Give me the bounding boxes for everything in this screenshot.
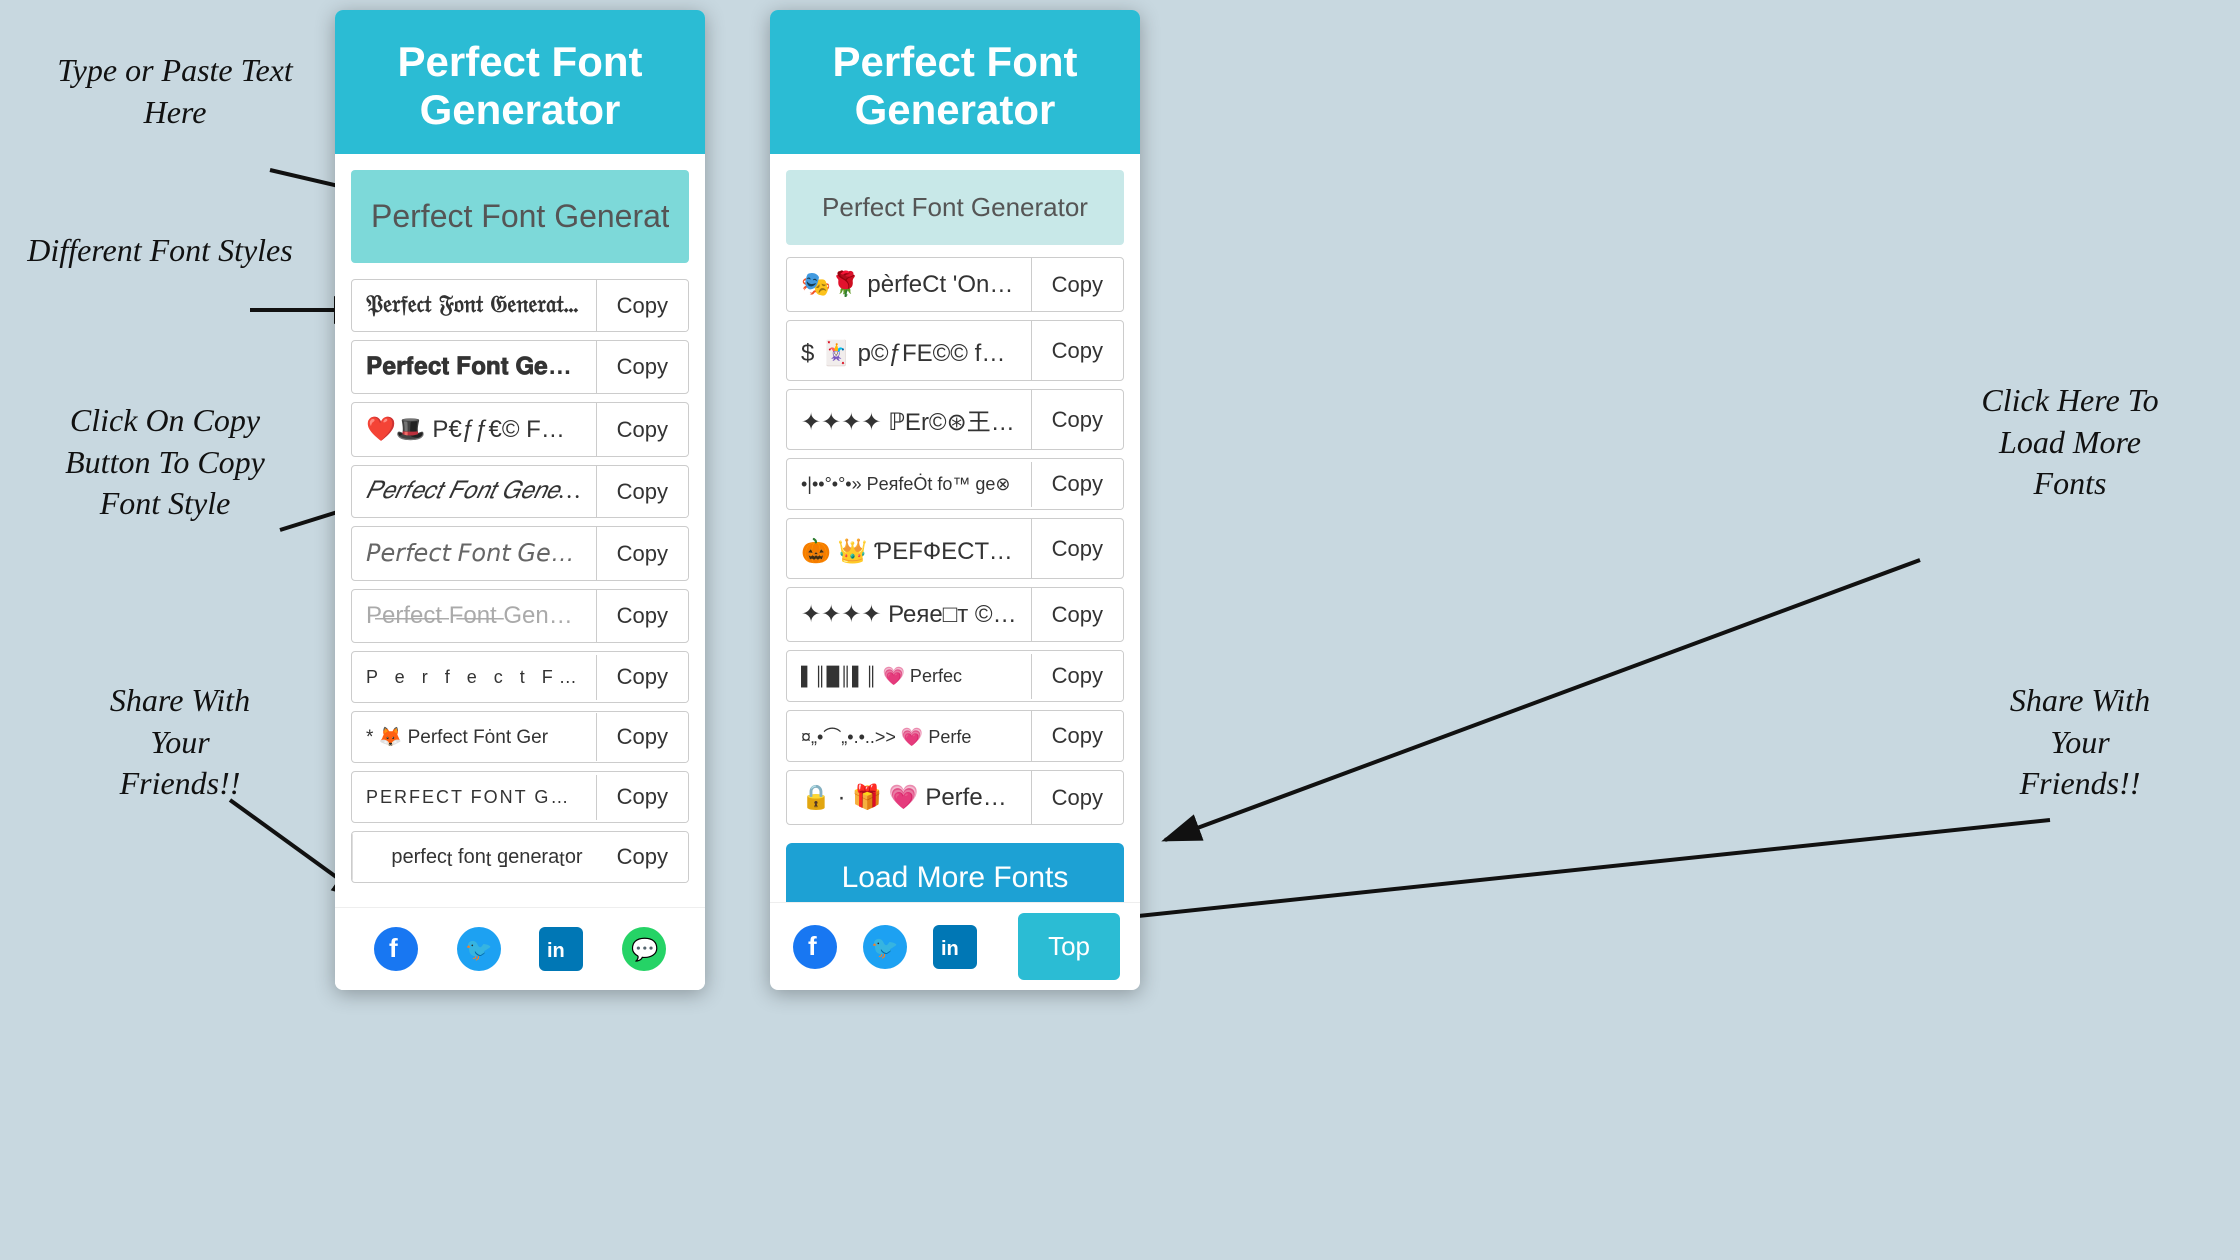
whatsapp-icon[interactable]: 💬 <box>619 924 669 974</box>
phone-left-body: 𝔓𝔢𝔯𝔣𝔢𝔠𝔱 𝔉𝔬𝔫𝔱 𝔊𝔢𝔫𝔢𝔯𝔞𝔱𝔬𝔯 Copy 𝐏𝐞𝐫𝐟𝐞𝐜𝐭 𝐅𝐨𝐧𝐭… <box>335 154 705 907</box>
linkedin-icon-right[interactable]: in <box>930 922 980 972</box>
font-text: $ 🃏 p©ƒFE©© foŇt ℊ돌 <box>787 321 1032 380</box>
social-icons-right: f 🐦 in <box>790 922 980 972</box>
font-row: ✦✦✦✦ Реяe□т ©ON̈ Copy <box>786 587 1124 642</box>
copy-button[interactable]: Copy <box>597 529 688 579</box>
svg-text:f: f <box>808 931 817 961</box>
font-row: 🎭🌹 pèrfeCt 'Ont gEN Copy <box>786 257 1124 312</box>
font-text: ɹoʇɐɹǝuǝƃ ʇuoɟ ʇɔǝɟɹǝd <box>352 834 597 881</box>
font-text: 𝘗𝘦𝘳𝘧𝘦𝘤𝘵 𝘍𝘰𝘯𝘵 𝘎𝘦𝘯𝘦𝘳𝘢𝘵𝘰 <box>352 527 597 580</box>
font-row: PERFECT FONT GENERATOR Copy <box>351 771 689 823</box>
font-row: P̶e̶r̶f̶e̶c̶t̶ F̶o̶n̶t̶ Generator Copy <box>351 589 689 643</box>
font-row: 𝑃𝑒𝑟𝑓𝑒𝑐𝑡 𝐹𝑜𝑛𝑡 𝐺𝑒𝑛𝑒𝑟𝑎𝑡 Copy <box>351 465 689 518</box>
annotation-type-paste: Type or Paste Text Here <box>30 50 320 133</box>
svg-text:in: in <box>941 938 959 960</box>
phone-left-title: Perfect Font Generator <box>355 38 685 134</box>
annotation-click-load: Click Here ToLoad MoreFonts <box>1920 380 2220 505</box>
phone-right: Perfect Font Generator Perfect Font Gene… <box>770 10 1140 990</box>
phone-right-body: Perfect Font Generator 🎭🌹 pèrfeCt 'Ont g… <box>770 154 1140 902</box>
copy-button[interactable]: Copy <box>1032 773 1123 823</box>
font-text: 𝑃𝑒𝑟𝑓𝑒𝑐𝑡 𝐹𝑜𝑛𝑡 𝐺𝑒𝑛𝑒𝑟𝑎𝑡 <box>352 466 597 517</box>
twitter-icon[interactable]: 🐦 <box>454 924 504 974</box>
annotation-share-right: Share WithYourFriends!! <box>1950 680 2210 805</box>
phone-left: Perfect Font Generator 𝔓𝔢𝔯𝔣𝔢𝔠𝔱 𝔉𝔬𝔫𝔱 𝔊𝔢𝔫𝔢… <box>335 10 705 990</box>
copy-button[interactable]: Copy <box>1032 590 1123 640</box>
annotation-diff-fonts: Different Font Styles <box>15 230 305 272</box>
font-row: 🔒 · 🎁 💗 Perfect Fe Copy <box>786 770 1124 825</box>
font-row: •|••°•°•» PeяfeȮt fo™ ge⊗ Copy <box>786 458 1124 510</box>
svg-text:🐦: 🐦 <box>871 935 898 960</box>
text-input-left[interactable] <box>351 170 689 263</box>
font-text: PERFECT FONT GENERATOR <box>352 775 597 820</box>
font-row: 𝔓𝔢𝔯𝔣𝔢𝔠𝔱 𝔉𝔬𝔫𝔱 𝔊𝔢𝔫𝔢𝔯𝔞𝔱𝔬𝔯 Copy <box>351 279 689 332</box>
annotation-click-copy: Click On CopyButton To CopyFont Style <box>20 400 310 525</box>
twitter-icon-right[interactable]: 🐦 <box>860 922 910 972</box>
copy-button[interactable]: Copy <box>1032 711 1123 761</box>
copy-button[interactable]: Copy <box>597 467 688 517</box>
font-row: $ 🃏 p©ƒFE©© foŇt ℊ돌 Copy <box>786 320 1124 381</box>
font-text: * 🦊 Perfect Fȯnt Ger <box>352 713 597 761</box>
phone-right-footer: f 🐦 in Top <box>770 902 1140 990</box>
font-row: ▌║█║▌║ 💗 Perfec Copy <box>786 650 1124 702</box>
font-text: 🔒 · 🎁 💗 Perfect Fe <box>787 771 1032 824</box>
font-text: ❤️🎩 P€ƒƒ€© FOn© gɛ <box>352 403 597 456</box>
svg-text:💬: 💬 <box>631 937 658 962</box>
font-text: •|••°•°•» PeяfeȮt fo™ ge⊗ <box>787 462 1032 507</box>
font-text: P̶e̶r̶f̶e̶c̶t̶ F̶o̶n̶t̶ Generator <box>352 590 597 642</box>
copy-button[interactable]: Copy <box>1032 260 1123 310</box>
font-text: 🎭🌹 pèrfeCt 'Ont gEN <box>787 258 1032 311</box>
copy-button[interactable]: Copy <box>597 772 688 822</box>
phone-left-header: Perfect Font Generator <box>335 10 705 154</box>
font-row: * 🦊 Perfect Fȯnt Ger Copy <box>351 711 689 763</box>
copy-button[interactable]: Copy <box>597 405 688 455</box>
input-display-right: Perfect Font Generator <box>786 170 1124 245</box>
copy-button[interactable]: Copy <box>1032 459 1123 509</box>
font-row: 𝘗𝘦𝘳𝘧𝘦𝘤𝘵 𝘍𝘰𝘯𝘵 𝘎𝘦𝘯𝘦𝘳𝘢𝘵𝘰 Copy <box>351 526 689 581</box>
font-row: ɹoʇɐɹǝuǝƃ ʇuoɟ ʇɔǝɟɹǝd Copy <box>351 831 689 883</box>
copy-button[interactable]: Copy <box>597 342 688 392</box>
copy-button[interactable]: Copy <box>597 281 688 331</box>
copy-button[interactable]: Copy <box>597 591 688 641</box>
facebook-icon-right[interactable]: f <box>790 922 840 972</box>
phone-right-header: Perfect Font Generator <box>770 10 1140 154</box>
font-row: ✦✦✦✦ ℙEr©⊛王 亍c Copy <box>786 389 1124 450</box>
font-text: 𝐏𝐞𝐫𝐟𝐞𝐜𝐭 𝐅𝐨𝐧𝐭 𝐆𝐞𝐧𝐞𝐫𝐚𝐭𝐨𝐫 <box>352 341 597 393</box>
svg-text:in: in <box>547 940 565 962</box>
font-text: ▌║█║▌║ 💗 Perfec <box>787 654 1032 699</box>
font-text: ✦✦✦✦ ℙEr©⊛王 亍c <box>787 390 1032 449</box>
linkedin-icon[interactable]: in <box>536 924 586 974</box>
copy-button[interactable]: Copy <box>1032 326 1123 376</box>
copy-button[interactable]: Copy <box>1032 524 1123 574</box>
font-text: 𝔓𝔢𝔯𝔣𝔢𝔠𝔱 𝔉𝔬𝔫𝔱 𝔊𝔢𝔫𝔢𝔯𝔞𝔱𝔬𝔯 <box>352 280 597 331</box>
font-text: 🎃 👑 ƤEFФECT ƒÔNt ℊ <box>787 519 1032 578</box>
font-text: P e r f e c t F o n t <box>352 655 597 700</box>
font-text: ¤„•⌒„•.•..>> 💗 Perfe <box>787 711 1032 761</box>
load-more-button[interactable]: Load More Fonts <box>786 843 1124 902</box>
font-row: ¤„•⌒„•.•..>> 💗 Perfe Copy <box>786 710 1124 762</box>
phone-right-title: Perfect Font Generator <box>790 38 1120 134</box>
top-button[interactable]: Top <box>1018 913 1120 980</box>
facebook-icon[interactable]: f <box>371 924 421 974</box>
font-row: 𝐏𝐞𝐫𝐟𝐞𝐜𝐭 𝐅𝐨𝐧𝐭 𝐆𝐞𝐧𝐞𝐫𝐚𝐭𝐨𝐫 Copy <box>351 340 689 394</box>
phone-left-footer: f 🐦 in 💬 <box>335 907 705 990</box>
font-row: 🎃 👑 ƤEFФECT ƒÔNt ℊ Copy <box>786 518 1124 579</box>
copy-button[interactable]: Copy <box>597 712 688 762</box>
annotation-share-left: Share WithYourFriends!! <box>60 680 300 805</box>
copy-button[interactable]: Copy <box>1032 651 1123 701</box>
copy-button[interactable]: Copy <box>597 832 688 882</box>
copy-button[interactable]: Copy <box>597 652 688 702</box>
svg-text:f: f <box>389 933 398 963</box>
font-text: ✦✦✦✦ Реяe□т ©ON̈ <box>787 588 1032 641</box>
copy-button[interactable]: Copy <box>1032 395 1123 445</box>
svg-text:🐦: 🐦 <box>465 937 492 962</box>
font-row: ❤️🎩 P€ƒƒ€© FOn© gɛ Copy <box>351 402 689 457</box>
font-row: P e r f e c t F o n t Copy <box>351 651 689 703</box>
